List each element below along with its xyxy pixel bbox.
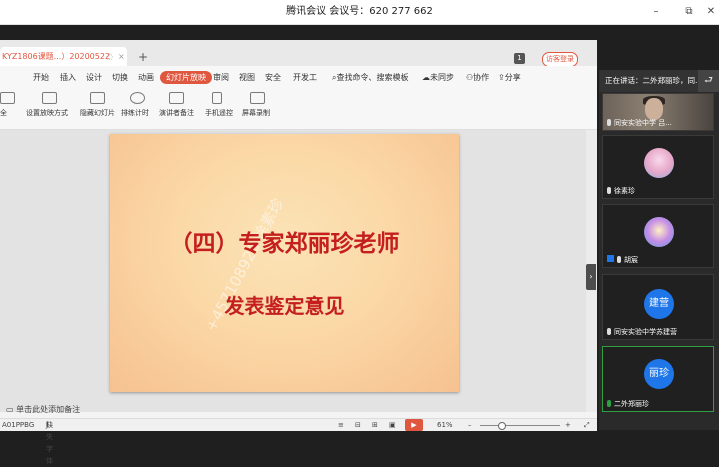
- ribbon-menu-bar: 开始 插入 设计 切换 动画 幻灯片放映 审阅 视图 安全 开发工 ⌕查找命令、…: [0, 66, 597, 89]
- menu-insert[interactable]: 插入: [60, 72, 76, 83]
- participant-tile[interactable]: 同安实验中学 吕...: [602, 93, 714, 131]
- restore-button[interactable]: ⧉: [680, 0, 698, 24]
- document-tab-label: KYZ1806课题...）20200522: [2, 52, 111, 61]
- share-icon: ⇪: [498, 73, 505, 82]
- visitor-login-button[interactable]: 访客登录: [542, 52, 578, 67]
- participant-name: 二外郑丽珍: [614, 400, 649, 408]
- back-to-screen-button[interactable]: ⮐: [698, 70, 719, 92]
- collapse-panel-toggle[interactable]: ›: [586, 264, 596, 290]
- zoom-in-button[interactable]: +: [565, 419, 571, 431]
- command-search-label: 查找命令、搜索模板: [336, 73, 409, 82]
- play-slideshow-button[interactable]: ▶: [405, 419, 423, 431]
- zoom-out-button[interactable]: –: [468, 419, 472, 431]
- meeting-participants-panel: 正在讲话：二外郑丽珍，同... ⮐ 同安实验中学 吕... 徐素珍 胡宸 建营 …: [599, 70, 719, 430]
- tool-left-partial-label: 全: [0, 109, 7, 117]
- user-icon: [607, 255, 614, 262]
- notes-hint: 单击此处添加备注: [16, 405, 81, 414]
- menu-security[interactable]: 安全: [265, 72, 281, 83]
- document-tab-bar: KYZ1806课题...）20200522 ◌ × + 1 访客登录: [0, 40, 597, 67]
- collaborate-label: 协作: [473, 73, 490, 82]
- mic-icon: [607, 187, 611, 194]
- zoom-slider[interactable]: [480, 425, 560, 426]
- participant-tile[interactable]: 丽珍 二外郑丽珍: [602, 346, 714, 412]
- status-slide-info: A01PPBG: [2, 421, 35, 429]
- menu-start[interactable]: 开始: [33, 72, 49, 83]
- share-button[interactable]: ⇪分享: [498, 72, 521, 83]
- menu-slideshow[interactable]: 幻灯片放映: [160, 71, 212, 84]
- mic-icon: [617, 256, 621, 263]
- mic-icon: [607, 400, 611, 407]
- cloud-icon: ☁: [422, 73, 430, 82]
- participant-name: 徐素珍: [614, 187, 635, 195]
- sorter-view-icon[interactable]: ⊞: [372, 419, 378, 431]
- setup-show-icon: [42, 92, 57, 104]
- normal-view-icon[interactable]: ⊟: [355, 419, 361, 431]
- participant-name: 胡宸: [624, 256, 638, 264]
- document-tab[interactable]: KYZ1806课题...）20200522 ◌ ×: [0, 47, 127, 66]
- avatar: [644, 148, 674, 178]
- hide-slide-icon: [90, 92, 105, 104]
- tab-pin-icon[interactable]: ◌: [106, 47, 113, 66]
- tool-speaker-notes-label: 演讲者备注: [159, 109, 194, 117]
- timer-icon: [130, 92, 145, 104]
- zoom-slider-knob[interactable]: [498, 422, 506, 430]
- new-tab-button[interactable]: +: [138, 50, 148, 64]
- speaker-notes-icon: [169, 92, 184, 104]
- screen-record-icon: [250, 92, 265, 104]
- command-search[interactable]: ⌕查找命令、搜索模板: [332, 72, 408, 83]
- tool-screen-record-label: 屏幕录制: [242, 109, 270, 117]
- chevron-right-icon: ›: [589, 272, 593, 281]
- status-bar: A01PPBG ƒ 缺失字体 ≡ ⊟ ⊞ ▣ ▶ 61% – + ⤢: [0, 418, 597, 465]
- participant-name: 同安实验中学苏建营: [614, 328, 677, 336]
- notes-toggle-icon[interactable]: ≡: [338, 419, 344, 431]
- reading-view-icon[interactable]: ▣: [389, 419, 396, 431]
- meeting-title: 腾讯会议 会议号：620 277 662: [286, 6, 433, 17]
- sync-status[interactable]: ☁未同步: [422, 72, 454, 83]
- close-button[interactable]: ✕: [702, 0, 719, 24]
- minimize-button[interactable]: –: [647, 0, 665, 24]
- notes-area[interactable]: ▭ 单击此处添加备注: [0, 402, 586, 418]
- meeting-title-bar: 腾讯会议 会议号：620 277 662 – ⧉ ✕: [0, 0, 719, 25]
- menu-review[interactable]: 审阅: [213, 72, 229, 83]
- slideshow-toolbar: 全 设置放映方式 隐藏幻灯片 排练计时 演讲者备注 手机遥控 屏幕录制: [0, 89, 597, 130]
- phone-icon: [212, 92, 222, 104]
- tool-hide-slide-label: 隐藏幻灯片: [80, 109, 115, 117]
- menu-transition[interactable]: 切换: [112, 72, 128, 83]
- fit-window-icon[interactable]: ⤢: [584, 419, 590, 431]
- share-label: 分享: [504, 73, 521, 82]
- menu-design[interactable]: 设计: [86, 72, 102, 83]
- mic-icon: [607, 328, 611, 335]
- slide-title: （四）专家郑丽珍老师: [169, 230, 400, 257]
- tool-phone-remote-label: 手机遥控: [205, 109, 233, 117]
- avatar: 建营: [644, 289, 674, 319]
- slide-subtitle: 发表鉴定意见: [224, 294, 345, 318]
- collaborate-button[interactable]: ⚇协作: [466, 72, 489, 83]
- zoom-level[interactable]: 61%: [437, 419, 453, 431]
- mic-icon: [607, 119, 611, 126]
- tool-rehearse-timing-label: 排练计时: [121, 109, 149, 117]
- avatar: 丽珍: [644, 359, 674, 389]
- window-count-badge[interactable]: 1: [514, 53, 525, 64]
- tab-close-icon[interactable]: ×: [118, 47, 125, 66]
- notes-icon: ▭: [6, 405, 14, 414]
- participant-tile[interactable]: 胡宸: [602, 204, 714, 268]
- participant-tile[interactable]: 徐素珍: [602, 135, 714, 199]
- menu-animation[interactable]: 动画: [138, 72, 154, 83]
- menu-developer[interactable]: 开发工: [293, 72, 317, 83]
- menu-view[interactable]: 视图: [239, 72, 255, 83]
- sync-status-label: 未同步: [430, 73, 454, 82]
- participant-tile[interactable]: 建营 同安实验中学苏建营: [602, 274, 714, 340]
- wps-presentation-window: KYZ1806课题...）20200522 ◌ × + 1 访客登录 开始 插入…: [0, 40, 597, 465]
- tool-setup-show-label: 设置放映方式: [26, 109, 68, 117]
- slide-canvas[interactable]: +457108926 徐素珍 （四）专家郑丽珍老师 发表鉴定意见: [0, 130, 586, 412]
- missing-font-label: 缺失字体: [46, 421, 53, 465]
- participant-name: 同安实验中学 吕...: [614, 119, 672, 127]
- current-slide[interactable]: +457108926 徐素珍 （四）专家郑丽珍老师 发表鉴定意见: [110, 134, 459, 392]
- slideshow-icon: [0, 92, 15, 104]
- avatar: [644, 217, 674, 247]
